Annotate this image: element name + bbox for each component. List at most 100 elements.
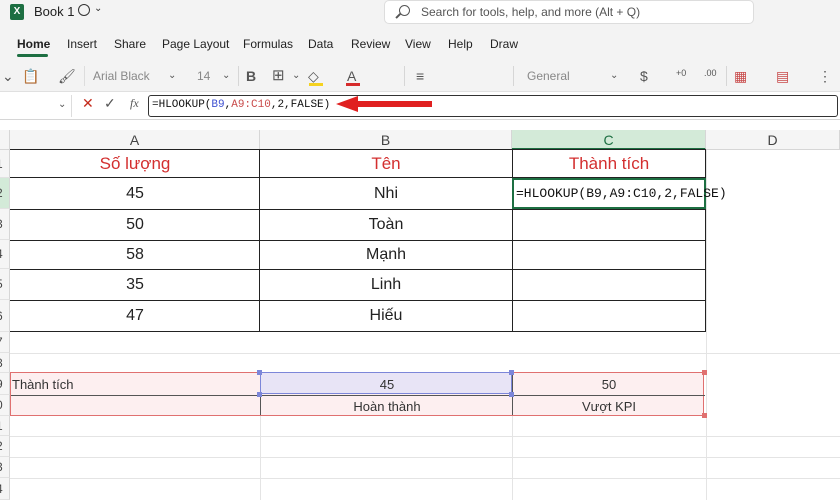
column-header-A[interactable]: A: [10, 130, 260, 150]
annotation-arrow: [336, 96, 432, 112]
chevron-down-icon[interactable]: ⌄: [292, 70, 300, 81]
font-color-icon[interactable]: A: [347, 68, 356, 84]
cancel-icon[interactable]: ✕: [82, 95, 94, 112]
search-icon: [399, 5, 410, 16]
row-header[interactable]: 6: [0, 300, 10, 332]
ribbon-tabs: Home Insert Share Page Layout Formulas D…: [0, 28, 840, 60]
lookup-value-cell[interactable]: 50: [514, 374, 704, 394]
formula-input[interactable]: =HLOOKUP(B9,A9:C10,2,FALSE): [148, 95, 838, 117]
more-options-icon[interactable]: ⋮: [818, 68, 832, 85]
cell-name[interactable]: Linh: [260, 270, 512, 300]
gridline: [706, 150, 707, 500]
cell-quantity[interactable]: 58: [10, 241, 260, 269]
workbook-title[interactable]: Book 1: [34, 4, 74, 19]
range-handle[interactable]: [509, 392, 514, 397]
enter-check-icon[interactable]: ✓: [104, 95, 116, 112]
undo-icon[interactable]: ⌄: [2, 68, 14, 85]
row-header[interactable]: 1: [0, 416, 10, 436]
chevron-down-icon: ⌄: [58, 99, 67, 110]
lookup-label-cell[interactable]: Thành tích: [12, 374, 252, 394]
header-cell-name[interactable]: Tên: [260, 150, 512, 177]
number-format-select[interactable]: General: [527, 69, 570, 83]
name-box[interactable]: ⌄: [0, 95, 72, 117]
align-icon[interactable]: ≡: [416, 68, 424, 84]
range-handle[interactable]: [702, 413, 707, 418]
tab-help[interactable]: Help: [448, 37, 473, 51]
tab-data[interactable]: Data: [308, 37, 333, 51]
row-header[interactable]: 0: [0, 395, 10, 416]
tab-page-layout[interactable]: Page Layout: [162, 37, 229, 51]
row-header[interactable]: 2: [0, 178, 10, 209]
autosave-icon[interactable]: [78, 4, 90, 16]
increase-decimal-icon[interactable]: +0: [676, 68, 686, 78]
format-painter-icon[interactable]: 🖌: [58, 68, 76, 85]
row-header[interactable]: 1: [0, 150, 10, 178]
row-header[interactable]: 2: [0, 436, 10, 457]
table-border: [10, 331, 706, 332]
table-border: [260, 395, 261, 415]
row-header[interactable]: 9: [0, 373, 10, 395]
row-header[interactable]: 4: [0, 478, 10, 500]
font-size-select[interactable]: 14: [197, 69, 210, 83]
lookup-result-cell[interactable]: Vượt KPI: [514, 396, 704, 416]
gridline: [10, 353, 840, 354]
gridline: [10, 436, 840, 437]
cell-quantity[interactable]: 45: [10, 178, 260, 209]
cell-name[interactable]: Mạnh: [260, 241, 512, 269]
toolbar: ⌄ 📋 🖌 Arial Black ⌄ 14 ⌄ B ⊞ ⌄ ◇ A ≡ Gen…: [0, 60, 840, 92]
row-header[interactable]: 3: [0, 457, 10, 478]
column-header-C[interactable]: C: [512, 130, 706, 150]
tab-review[interactable]: Review: [351, 37, 390, 51]
paste-icon[interactable]: 📋: [22, 68, 39, 85]
search-input[interactable]: Search for tools, help, and more (Alt + …: [384, 0, 754, 24]
column-header-D[interactable]: D: [706, 130, 840, 150]
cell-name[interactable]: Nhi: [260, 178, 512, 209]
insert-cells-icon[interactable]: ▤: [776, 68, 789, 85]
conditional-format-icon[interactable]: ▦: [734, 68, 747, 85]
bold-icon[interactable]: B: [246, 68, 256, 84]
gridline: [10, 457, 840, 458]
currency-icon[interactable]: $: [640, 68, 648, 84]
gridline: [10, 478, 840, 479]
tab-insert[interactable]: Insert: [67, 37, 97, 51]
row-header[interactable]: 3: [0, 209, 10, 240]
active-cell-formula: =HLOOKUP(B9,A9:C10,2,FALSE): [516, 186, 727, 201]
gridline: [260, 416, 261, 500]
tab-draw[interactable]: Draw: [490, 37, 518, 51]
chevron-down-icon[interactable]: ⌄: [168, 70, 176, 81]
row-header[interactable]: 7: [0, 332, 10, 353]
insert-function-icon[interactable]: fx: [130, 96, 139, 111]
header-cell-quantity[interactable]: Số lượng: [10, 150, 260, 177]
lookup-value-cell[interactable]: 45: [262, 374, 512, 394]
row-header[interactable]: 5: [0, 269, 10, 300]
range-handle[interactable]: [702, 370, 707, 375]
chevron-down-icon[interactable]: ⌄: [94, 3, 102, 14]
row-header[interactable]: 8: [0, 353, 10, 373]
excel-logo-icon: X: [10, 4, 24, 20]
range-handle[interactable]: [257, 392, 262, 397]
active-cell-C2[interactable]: =HLOOKUP(B9,A9:C10,2,FALSE): [512, 178, 727, 209]
toolbar-divider: [513, 66, 514, 86]
cell-name[interactable]: Toàn: [260, 210, 512, 240]
chevron-down-icon[interactable]: ⌄: [610, 70, 618, 81]
tab-view[interactable]: View: [405, 37, 431, 51]
tab-formulas[interactable]: Formulas: [243, 37, 293, 51]
cell-quantity[interactable]: 50: [10, 210, 260, 240]
range-handle[interactable]: [509, 370, 514, 375]
borders-icon[interactable]: ⊞: [272, 66, 285, 84]
column-header-B[interactable]: B: [260, 130, 512, 150]
chevron-down-icon[interactable]: ⌄: [222, 70, 230, 81]
lookup-result-cell[interactable]: Hoàn thành: [262, 396, 512, 416]
header-cell-achievement[interactable]: Thành tích: [512, 150, 706, 177]
cell-quantity[interactable]: 47: [10, 301, 260, 331]
row-header[interactable]: 4: [0, 240, 10, 269]
range-handle[interactable]: [257, 370, 262, 375]
tab-share[interactable]: Share: [114, 37, 146, 51]
decrease-decimal-icon[interactable]: .00: [704, 68, 717, 78]
formula-text: =HLOOKUP(B9,A9:C10,2,FALSE): [152, 99, 331, 111]
cell-name[interactable]: Hiếu: [260, 301, 512, 331]
tab-home[interactable]: Home: [17, 37, 50, 51]
select-all-corner[interactable]: [0, 130, 10, 150]
font-name-value: Arial Black: [93, 69, 150, 83]
cell-quantity[interactable]: 35: [10, 270, 260, 300]
